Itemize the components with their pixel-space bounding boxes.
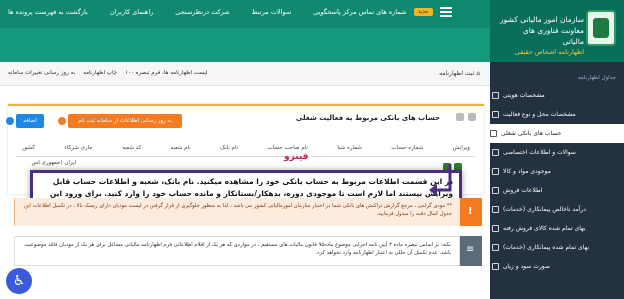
question-icon	[492, 149, 499, 156]
declarations-list-link[interactable]: لیست اظهارنامه ها، فرم تبصره ۱۰۰	[125, 70, 207, 76]
cart-icon	[492, 187, 499, 194]
column-header: نام شعبه	[170, 145, 191, 151]
sidebar-item-bank-accounts[interactable]: حساب های بانکی شغلی	[490, 124, 624, 143]
watermark: فینزو	[284, 152, 309, 162]
add-button[interactable]: اضافه	[6, 114, 44, 128]
warning-alert: ** مودی گرامی ، مرجع گزارش تراکنش های با…	[14, 198, 460, 226]
update-changes-link[interactable]: به روز رسانی تغییرات سامانه	[8, 70, 75, 76]
column-header: نام بانک	[220, 145, 239, 151]
table-cell-country: ایران (جمهوری اس	[31, 160, 76, 166]
accessibility-icon[interactable]: ♿	[6, 268, 32, 294]
panel-tools	[456, 113, 476, 121]
panel-title: حساب های بانکی مربوط به فعالیت شغلی	[295, 114, 440, 122]
breadcrumb: ⌂ ثبت اظهارنامه	[439, 70, 480, 77]
sidebar-heading: جداول اظهارنامه	[577, 75, 616, 81]
top-link-phones[interactable]: شماره های تماس مرکز پاسخگویی	[313, 8, 406, 16]
top-links: شماره های تماس مرکز پاسخگویی سوالات مرتب…	[8, 8, 406, 16]
bank-icon	[490, 130, 497, 137]
list-icon	[492, 225, 499, 232]
column-header: کد شعبه	[122, 145, 142, 151]
sidebar-item-sales[interactable]: اطلاعات فروش	[490, 181, 624, 200]
box-icon	[492, 168, 499, 175]
list-icon	[492, 244, 499, 251]
sidebar-item-location[interactable]: مشخصات محل و نوع فعالیت	[490, 105, 624, 124]
sidebar-item-contract-cost[interactable]: بهای تمام شده پیمانکاری (خدمات)	[490, 238, 624, 257]
money-icon	[492, 206, 499, 213]
column-header: کشور	[22, 145, 36, 151]
top-link-guide[interactable]: راهنمای کاربران	[110, 8, 153, 16]
top-link-back[interactable]: بازگشت به فهرست پرونده ها	[8, 8, 88, 16]
sidebar-item-questions[interactable]: سوالات و اطلاعات اختصاصی	[490, 143, 624, 162]
warning-icon	[460, 198, 482, 226]
collapse-icon[interactable]	[456, 113, 464, 121]
arrow-icon	[429, 164, 452, 196]
sidebar: جداول اظهارنامه مشخصات هویتی مشخصات محل …	[490, 62, 624, 299]
logo-line-1: سازمان امور مالیاتی کشور	[500, 15, 584, 24]
column-header: شماره شبا	[337, 145, 363, 151]
note-icon	[460, 236, 482, 266]
fetch-from-registration-button[interactable]: به روز رسانی اطلاعات از سامانه ثبت نام	[58, 114, 182, 128]
menu-toggle-icon[interactable]	[440, 7, 452, 17]
column-header: ویرایش	[452, 145, 470, 151]
sidebar-item-identity[interactable]: مشخصات هویتی	[490, 86, 624, 105]
column-header: جاری شرکاء	[64, 145, 93, 151]
sidebar-item-profit-loss[interactable]: صورت سود و زیان	[490, 257, 624, 276]
logo-line-3: اظهارنامه اشخاص حقیقی	[514, 48, 584, 56]
sidebar-item-inventory[interactable]: موجودی مواد و کالا	[490, 162, 624, 181]
settings-icon[interactable]	[468, 113, 476, 121]
id-card-icon	[492, 92, 499, 99]
top-link-survey[interactable]: شرکت درنظرسنجی	[175, 8, 229, 16]
new-badge: جدید	[414, 8, 433, 16]
header-band: ●	[0, 28, 490, 76]
column-header: شماره حساب	[391, 145, 424, 151]
logo-text: سازمان امور مالیاتی کشور معاونت فناوری ه…	[500, 14, 584, 58]
chart-icon	[492, 263, 499, 270]
logo-emblem-icon	[586, 10, 616, 46]
info-note: نکته: بر اساس تبصره ماده ۳ آیین نامه اجر…	[14, 236, 460, 266]
sidebar-item-contract-income[interactable]: درآمد ناخالص پیمانکاری (خدمات)	[490, 200, 624, 219]
breadcrumb-bar: ⌂ ثبت اظهارنامه لیست اظهارنامه ها، فرم ت…	[0, 62, 490, 86]
table-header: ویرایش شماره حساب شماره شبا نام صاحب حسا…	[16, 141, 476, 157]
top-link-faq[interactable]: سوالات مرتبط	[252, 8, 292, 16]
toolbar: لیست اظهارنامه ها، فرم تبصره ۱۰۰ چاپ اظه…	[8, 70, 207, 76]
sidebar-item-cogs[interactable]: بهای تمام شده کالای فروش رفته	[490, 219, 624, 238]
location-icon	[492, 111, 499, 118]
home-icon[interactable]: ⌂	[474, 70, 480, 77]
logo-line-2: معاونت فناوری های مالیاتی	[522, 26, 584, 46]
print-declaration-link[interactable]: چاپ اظهارنامه	[83, 70, 117, 76]
